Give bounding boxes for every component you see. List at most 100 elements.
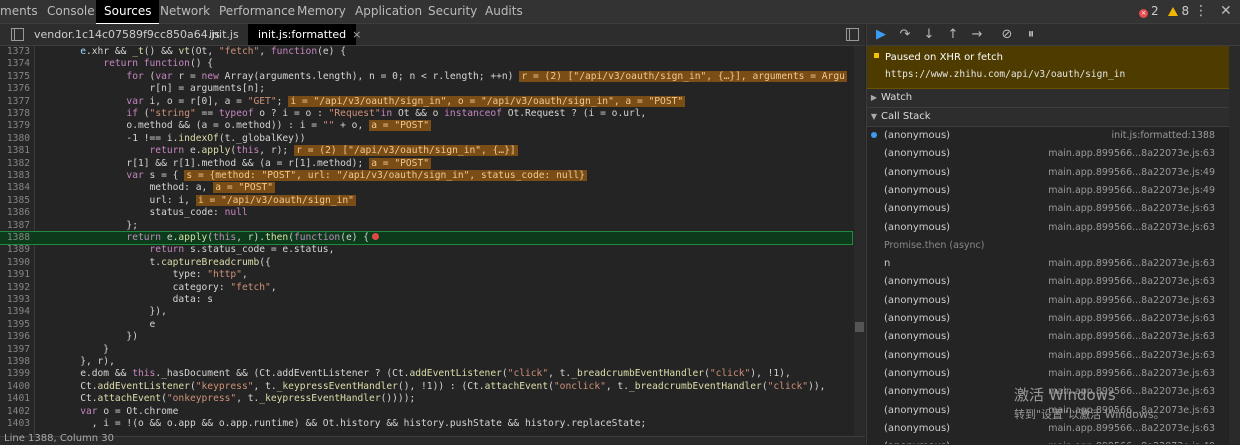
step-out-icon[interactable]: ↑ (944, 24, 962, 45)
tab-memory[interactable]: Memory (297, 0, 346, 23)
line-number[interactable]: 1380 (0, 133, 34, 145)
current-execution-line[interactable]: 1388 return e.apply(this, r).then(functi… (0, 230, 853, 246)
frame-location-link[interactable]: main.app.899566...8a22073e.js:63 (1048, 292, 1215, 310)
call-frame[interactable]: (anonymous) main.app.899566...8a22073e.js… (867, 200, 1229, 218)
call-frame[interactable]: (anonymous) main.app.899566...8a22073e.js… (867, 402, 1229, 420)
code-line[interactable]: 1397 } (0, 344, 852, 356)
call-frame[interactable]: (anonymous) main.app.899566...8a22073e.js… (867, 292, 1229, 310)
code-line[interactable]: 1392 category: "fetch", (0, 282, 852, 294)
call-frame[interactable]: (anonymous) main.app.899566...8a22073e.js… (867, 145, 1229, 163)
frame-location-link[interactable]: main.app.899566...8a22073e.js:63 (1048, 383, 1215, 401)
line-number[interactable]: 1384 (0, 182, 34, 194)
line-number[interactable]: 1391 (0, 269, 34, 281)
code-line[interactable]: 1389 return s.status_code = e.status, (0, 244, 852, 256)
tab-security[interactable]: Security (428, 0, 477, 23)
line-number[interactable]: 1386 (0, 207, 34, 219)
line-number[interactable]: 1398 (0, 356, 34, 368)
line-number[interactable]: 1374 (0, 58, 34, 70)
call-frame[interactable]: (anonymous) main.app.899566...8a22073e.js… (867, 365, 1229, 383)
tab-console[interactable]: Console (47, 0, 95, 23)
code-line[interactable]: 1391 type: "http", (0, 269, 852, 281)
line-number[interactable]: 1402 (0, 406, 34, 418)
step-icon[interactable]: → (968, 24, 986, 45)
code-editor[interactable]: 1373 e.xhr && _t() && vt(Ot, "fetch", fu… (0, 46, 865, 444)
frame-location-link[interactable]: main.app.899566...8a22073e.js:63 (1048, 402, 1215, 420)
line-number[interactable]: 1383 (0, 170, 34, 182)
toggle-debugger-icon[interactable] (846, 28, 859, 41)
frame-location-link[interactable]: main.app.899566...8a22073e.js:63 (1048, 420, 1215, 438)
close-devtools-icon[interactable]: ✕ (1220, 0, 1232, 23)
frame-location-link[interactable]: main.app.899566...8a22073e.js:49 (1048, 164, 1215, 182)
line-number[interactable]: 1382 (0, 158, 34, 170)
code-line[interactable]: 1395 e (0, 319, 852, 331)
frame-location-link[interactable]: main.app.899566...8a22073e.js:49 (1048, 182, 1215, 200)
code-line[interactable]: 1401 Ct.attachEvent("onkeypress", t._key… (0, 393, 852, 405)
code-line[interactable]: 1386 status_code: null (0, 207, 852, 219)
call-frame[interactable]: (anonymous) main.app.899566...8a22073e.js… (867, 420, 1229, 438)
tab-application[interactable]: Application (355, 0, 422, 23)
code-line[interactable]: 1378 if ("string" == typeof o ? i = o : … (0, 108, 852, 120)
code-line[interactable]: 1376 r[n] = arguments[n]; (0, 83, 852, 95)
call-frame[interactable]: (anonymous) main.app.899566...8a22073e.js… (867, 273, 1229, 291)
frame-location-link[interactable]: main.app.899566...8a22073e.js:63 (1048, 200, 1215, 218)
line-number[interactable]: 1388 (0, 232, 34, 244)
tab-audits[interactable]: Audits (485, 0, 523, 23)
call-frame[interactable]: (anonymous) main.app.899566...8a22073e.js… (867, 164, 1229, 182)
code-line[interactable]: 1402 var o = Ot.chrome (0, 406, 852, 418)
call-frame[interactable]: (anonymous) init.js:formatted:1388 (867, 127, 1229, 145)
tab-network[interactable]: Network (160, 0, 210, 23)
frame-location-link[interactable]: main.app.899566...8a22073e.js:63 (1048, 328, 1215, 346)
code-line[interactable]: 1385 url: i, i = "/api/v3/oauth/sign_in" (0, 194, 852, 207)
call-frame[interactable]: (anonymous) main.app.899566...8a22073e.js… (867, 383, 1229, 401)
code-line[interactable]: 1375 for (var r = new Array(arguments.le… (0, 70, 852, 83)
code-line[interactable]: 1390 t.captureBreadcrumb({ (0, 257, 852, 269)
code-line[interactable]: 1396 }) (0, 331, 852, 343)
code-line[interactable]: 1381 return e.apply(this, r); r = (2) ["/… (0, 145, 852, 157)
frame-location-link[interactable]: main.app.899566...8a22073e.js:63 (1048, 347, 1215, 365)
call-frame[interactable]: (anonymous) main.app.899566...8a22073e.js… (867, 328, 1229, 346)
line-number[interactable]: 1373 (0, 46, 34, 58)
code-line[interactable]: 1380 -1 !== i.indexOf(t._globalKey)) (0, 133, 852, 145)
line-number[interactable]: 1385 (0, 195, 34, 207)
line-number[interactable]: 1390 (0, 257, 34, 269)
frame-location-link[interactable]: main.app.899566...8a22073e.js:63 (1048, 365, 1215, 383)
line-number[interactable]: 1375 (0, 71, 34, 83)
line-number[interactable]: 1394 (0, 306, 34, 318)
resume-icon[interactable]: ▶ (872, 24, 890, 45)
step-into-icon[interactable]: ↓ (920, 24, 938, 45)
code-line[interactable]: 1400 Ct.addEventListener("keypress", t._… (0, 381, 852, 393)
frame-location-link[interactable]: main.app.899566...8a22073e.js:63 (1048, 310, 1215, 328)
line-number[interactable]: 1395 (0, 319, 34, 331)
line-number[interactable]: 1396 (0, 331, 34, 343)
sidebar-scrollbar[interactable] (1229, 46, 1240, 444)
close-tab-icon[interactable]: × (352, 28, 361, 41)
line-number[interactable]: 1393 (0, 294, 34, 306)
code-line[interactable]: 1373 e.xhr && _t() && vt(Ot, "fetch", fu… (0, 46, 852, 58)
error-counter[interactable]: × 2 8 (1139, 0, 1189, 23)
code-line[interactable]: 1377 var i, o = r[0], a = "GET"; i = "/ap… (0, 95, 852, 108)
editor-scrollbar[interactable] (854, 46, 865, 444)
editor-scroll-thumb[interactable] (855, 322, 864, 332)
toggle-navigator-icon[interactable] (11, 28, 24, 41)
file-tab-init[interactable]: init.js (209, 24, 239, 45)
frame-location-link[interactable]: main.app.899566...8a22073e.js:49 (1048, 438, 1215, 444)
line-number[interactable]: 1378 (0, 108, 34, 120)
call-stack-section-header[interactable]: ▼ Call Stack (867, 108, 1229, 127)
line-number[interactable]: 1403 (0, 418, 34, 430)
line-number[interactable]: 1399 (0, 368, 34, 380)
more-options-icon[interactable]: ⋮ (1194, 0, 1208, 23)
tab-ments[interactable]: ments (0, 0, 38, 23)
pause-on-exceptions-icon[interactable]: ⏸ (1022, 24, 1040, 45)
call-frame[interactable]: (anonymous) main.app.899566...8a22073e.js… (867, 310, 1229, 328)
code-line[interactable]: 1374 return function() { (0, 58, 852, 70)
line-number[interactable]: 1401 (0, 393, 34, 405)
line-number[interactable]: 1381 (0, 145, 34, 157)
code-line[interactable]: 1394 }), (0, 306, 852, 318)
frame-location-link[interactable]: main.app.899566...8a22073e.js:63 (1048, 145, 1215, 163)
code-line[interactable]: 1383 var s = {s = {method: "POST", url: … (0, 170, 852, 182)
frame-location-link[interactable]: init.js:formatted:1388 (1111, 127, 1215, 145)
frame-location-link[interactable]: main.app.899566...8a22073e.js:63 (1048, 255, 1215, 273)
code-line[interactable]: 1403 , i = !(o && o.app && o.app.runtime… (0, 418, 852, 430)
code-line[interactable]: 1393 data: s (0, 294, 852, 306)
line-number[interactable]: 1387 (0, 220, 34, 232)
